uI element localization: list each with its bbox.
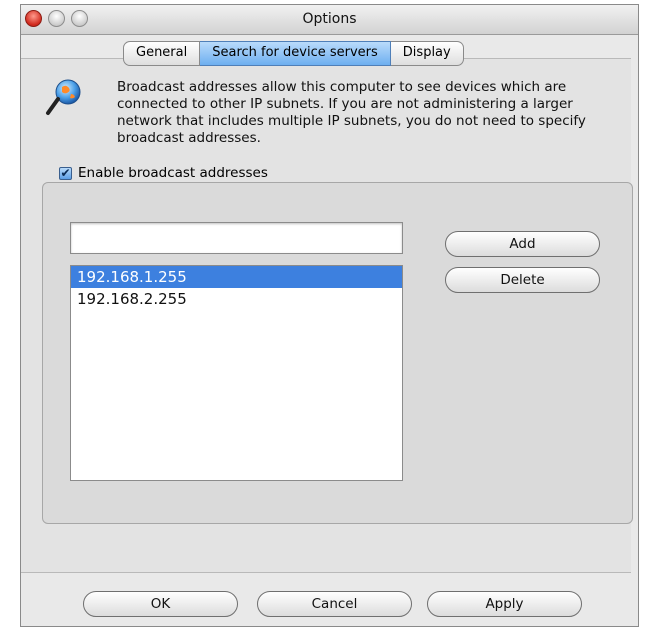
broadcast-address-input[interactable] [70,222,403,254]
enable-broadcast-checkbox[interactable]: ✔ [59,166,72,180]
broadcast-description: Broadcast addresses allow this computer … [117,79,586,146]
broadcast-address-list[interactable]: 192.168.1.255 192.168.2.255 [70,265,403,481]
tab-search-for-device-servers[interactable]: Search for device servers [200,41,391,66]
tab-bar: General Search for device servers Displa… [123,41,464,66]
list-item[interactable]: 192.168.2.255 [71,288,402,310]
tab-display[interactable]: Display [390,41,464,66]
delete-button[interactable]: Delete [445,267,600,293]
cancel-button[interactable]: Cancel [257,591,412,617]
ok-button[interactable]: OK [83,591,238,617]
apply-button[interactable]: Apply [427,591,582,617]
enable-broadcast-row[interactable]: ✔ Enable broadcast addresses [59,164,268,182]
globe-magnifier-icon [46,79,81,115]
add-button[interactable]: Add [445,231,600,257]
window-content: Broadcast addresses allow this computer … [20,4,639,627]
list-item[interactable]: 192.168.1.255 [71,266,402,288]
enable-broadcast-label[interactable]: Enable broadcast addresses [78,165,268,181]
tab-general[interactable]: General [123,41,201,66]
